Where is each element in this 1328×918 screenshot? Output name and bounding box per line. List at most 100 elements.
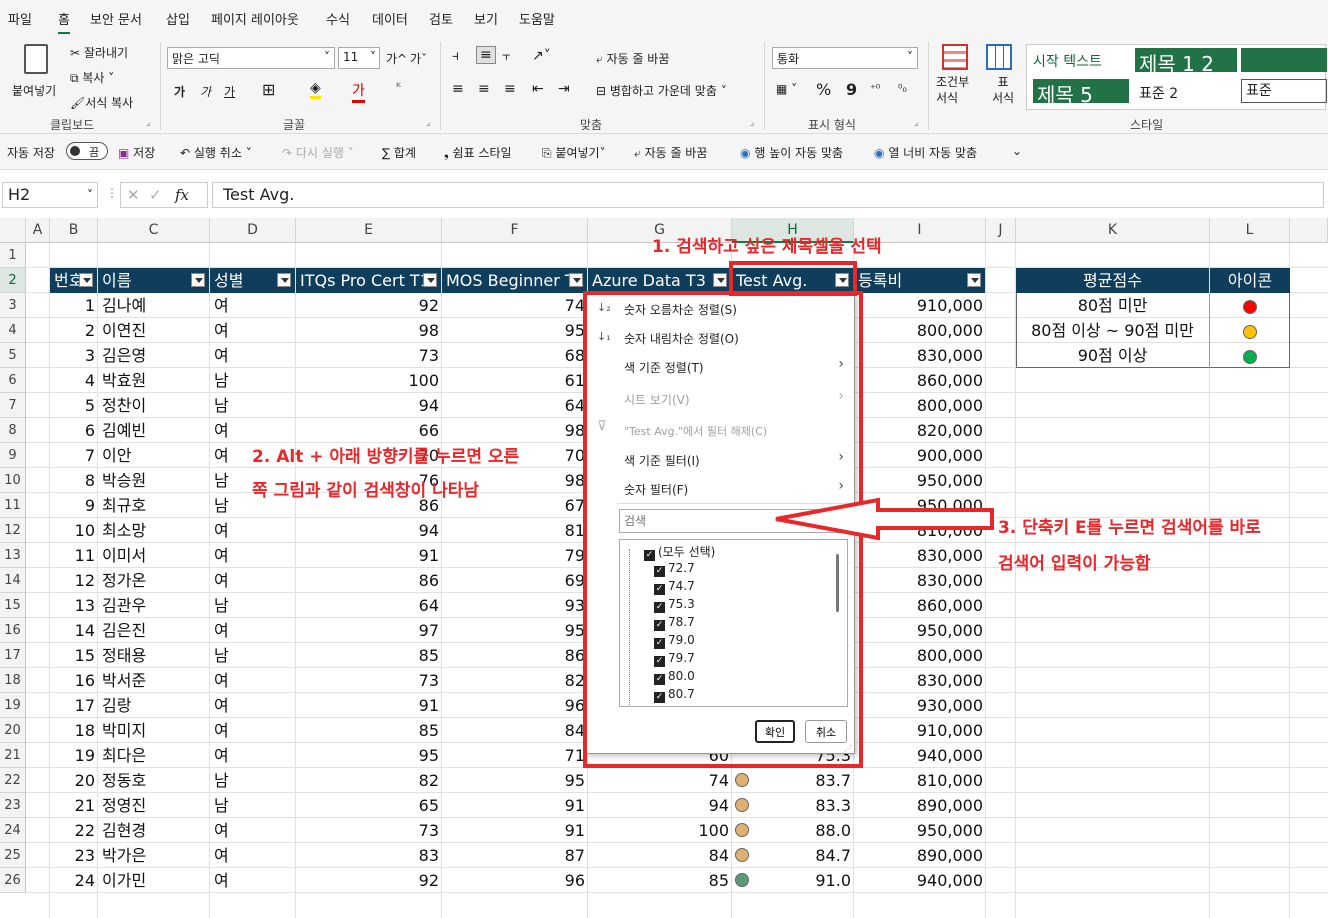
- cell-itqs-score[interactable]: 82: [296, 768, 442, 793]
- cell-itqs-score[interactable]: 83: [296, 843, 442, 868]
- row-header-15[interactable]: 15: [0, 593, 26, 618]
- cell-itqs-score[interactable]: 94: [296, 518, 442, 543]
- cell-mos-score[interactable]: 61: [442, 368, 588, 393]
- cell-gender[interactable]: 여: [210, 518, 296, 543]
- row-header-18[interactable]: 18: [0, 668, 26, 693]
- cell-itqs-score[interactable]: 91: [296, 693, 442, 718]
- cell-gender[interactable]: 여: [210, 868, 296, 893]
- column-header-b[interactable]: B: [50, 218, 98, 243]
- decrease-decimal-icon[interactable]: ⁰₀: [898, 82, 907, 95]
- cell-number[interactable]: 16: [50, 668, 98, 693]
- cell-name[interactable]: 최다은: [98, 743, 210, 768]
- row-header-17[interactable]: 17: [0, 643, 26, 668]
- cell-gender[interactable]: 여: [210, 318, 296, 343]
- launcher-icon[interactable]: ⌟: [750, 118, 754, 128]
- cell-name[interactable]: 김관우: [98, 593, 210, 618]
- launcher-icon[interactable]: ⌟: [426, 118, 430, 128]
- column-header-c[interactable]: C: [98, 218, 210, 243]
- accounting-format-icon[interactable]: ▦ ˅: [776, 82, 797, 96]
- row-header-14[interactable]: 14: [0, 568, 26, 593]
- cell-name[interactable]: 박효원: [98, 368, 210, 393]
- cell-name[interactable]: 김현경: [98, 818, 210, 843]
- cell-azure-score[interactable]: 84: [588, 843, 732, 868]
- cell-gender[interactable]: 남: [210, 768, 296, 793]
- table-header-cell[interactable]: 이름: [98, 268, 209, 293]
- fx-button[interactable]: fx: [175, 186, 189, 204]
- orientation-icon[interactable]: ↗˅: [532, 48, 551, 64]
- cell-fee[interactable]: 860,000: [854, 368, 986, 393]
- cell-gender[interactable]: 여: [210, 668, 296, 693]
- format-painter-button[interactable]: 🖌서식 복사: [70, 94, 133, 111]
- font-size-select[interactable]: 11 ˅: [338, 47, 380, 69]
- cell-number[interactable]: 23: [50, 843, 98, 868]
- row-header-11[interactable]: 11: [0, 493, 26, 518]
- cell-number[interactable]: 19: [50, 743, 98, 768]
- cell-name[interactable]: 최규호: [98, 493, 210, 518]
- cell-gender[interactable]: 여: [210, 843, 296, 868]
- cell-number[interactable]: 5: [50, 393, 98, 418]
- cell-name[interactable]: 정찬이: [98, 393, 210, 418]
- cell-itqs-score[interactable]: 73: [296, 818, 442, 843]
- cell-itqs-score[interactable]: 95: [296, 743, 442, 768]
- cell-name[interactable]: 정동호: [98, 768, 210, 793]
- cell-number[interactable]: 7: [50, 443, 98, 468]
- row-header-22[interactable]: 22: [0, 768, 26, 793]
- cell-fee[interactable]: 830,000: [854, 568, 986, 593]
- formula-input[interactable]: Test Avg.: [212, 182, 1324, 208]
- cell-gender[interactable]: 남: [210, 393, 296, 418]
- cell-name[interactable]: 정태용: [98, 643, 210, 668]
- cell-number[interactable]: 10: [50, 518, 98, 543]
- tab-insert[interactable]: 삽입: [166, 9, 190, 28]
- cell-fee[interactable]: 800,000: [854, 643, 986, 668]
- align-center-icon[interactable]: ≡: [478, 81, 490, 97]
- cell-fee[interactable]: 890,000: [854, 843, 986, 868]
- font-name-select[interactable]: 맑은 고딕 ˅: [167, 47, 335, 69]
- cell-itqs-score[interactable]: 65: [296, 793, 442, 818]
- select-all-corner[interactable]: [0, 218, 26, 243]
- cell-number[interactable]: 18: [50, 718, 98, 743]
- cell-number[interactable]: 1: [50, 293, 98, 318]
- cell-mos-score[interactable]: 95: [442, 318, 588, 343]
- cell-test-avg[interactable]: 83.3: [732, 793, 854, 818]
- cell-itqs-score[interactable]: 98: [296, 318, 442, 343]
- tab-review[interactable]: 검토: [429, 9, 453, 28]
- cell-number[interactable]: 14: [50, 618, 98, 643]
- comma-button[interactable]: 9: [846, 80, 857, 99]
- row-header-13[interactable]: 13: [0, 543, 26, 568]
- cell-mos-score[interactable]: 87: [442, 843, 588, 868]
- cell-itqs-score[interactable]: 85: [296, 718, 442, 743]
- conditional-format-button[interactable]: 조건부 서식: [936, 42, 976, 112]
- filter-dropdown-button[interactable]: [423, 273, 437, 287]
- row-header-16[interactable]: 16: [0, 618, 26, 643]
- cell-azure-score[interactable]: 85: [588, 868, 732, 893]
- style-start-text[interactable]: 시작 텍스트: [1033, 51, 1102, 71]
- cell-number[interactable]: 6: [50, 418, 98, 443]
- cell-mos-score[interactable]: 86: [442, 643, 588, 668]
- cell-itqs-score[interactable]: 66: [296, 418, 442, 443]
- cell-name[interactable]: 정영진: [98, 793, 210, 818]
- row-header-9[interactable]: 9: [0, 443, 26, 468]
- cell-gender[interactable]: 남: [210, 368, 296, 393]
- cell-number[interactable]: 24: [50, 868, 98, 893]
- cell-fee[interactable]: 890,000: [854, 793, 986, 818]
- check-icon[interactable]: ✓: [149, 186, 162, 204]
- paste-button[interactable]: 붙여넣기: [10, 42, 60, 108]
- cell-fee[interactable]: 940,000: [854, 868, 986, 893]
- style-normal-2[interactable]: 표준 2: [1139, 83, 1178, 103]
- redo-button[interactable]: ↷ 다시 실행 ˅: [282, 144, 354, 161]
- cell-fee[interactable]: 800,000: [854, 393, 986, 418]
- cell-styles-gallery[interactable]: 시작 텍스트 제목 1 2 제목 5 표준 2 표준: [1026, 44, 1327, 110]
- underline-button[interactable]: 가: [224, 83, 235, 100]
- cell-name[interactable]: 박서준: [98, 668, 210, 693]
- cell-gender[interactable]: 남: [210, 643, 296, 668]
- cell-mos-score[interactable]: 93: [442, 593, 588, 618]
- tab-security[interactable]: 보안 문서: [90, 9, 142, 28]
- italic-button[interactable]: 가: [200, 83, 211, 100]
- cell-mos-score[interactable]: 91: [442, 818, 588, 843]
- filter-dropdown-button[interactable]: [191, 273, 205, 287]
- cell-gender[interactable]: 여: [210, 818, 296, 843]
- cell-name[interactable]: 정가온: [98, 568, 210, 593]
- tab-view[interactable]: 보기: [474, 9, 498, 28]
- cell-mos-score[interactable]: 81: [442, 518, 588, 543]
- cell-itqs-score[interactable]: 64: [296, 593, 442, 618]
